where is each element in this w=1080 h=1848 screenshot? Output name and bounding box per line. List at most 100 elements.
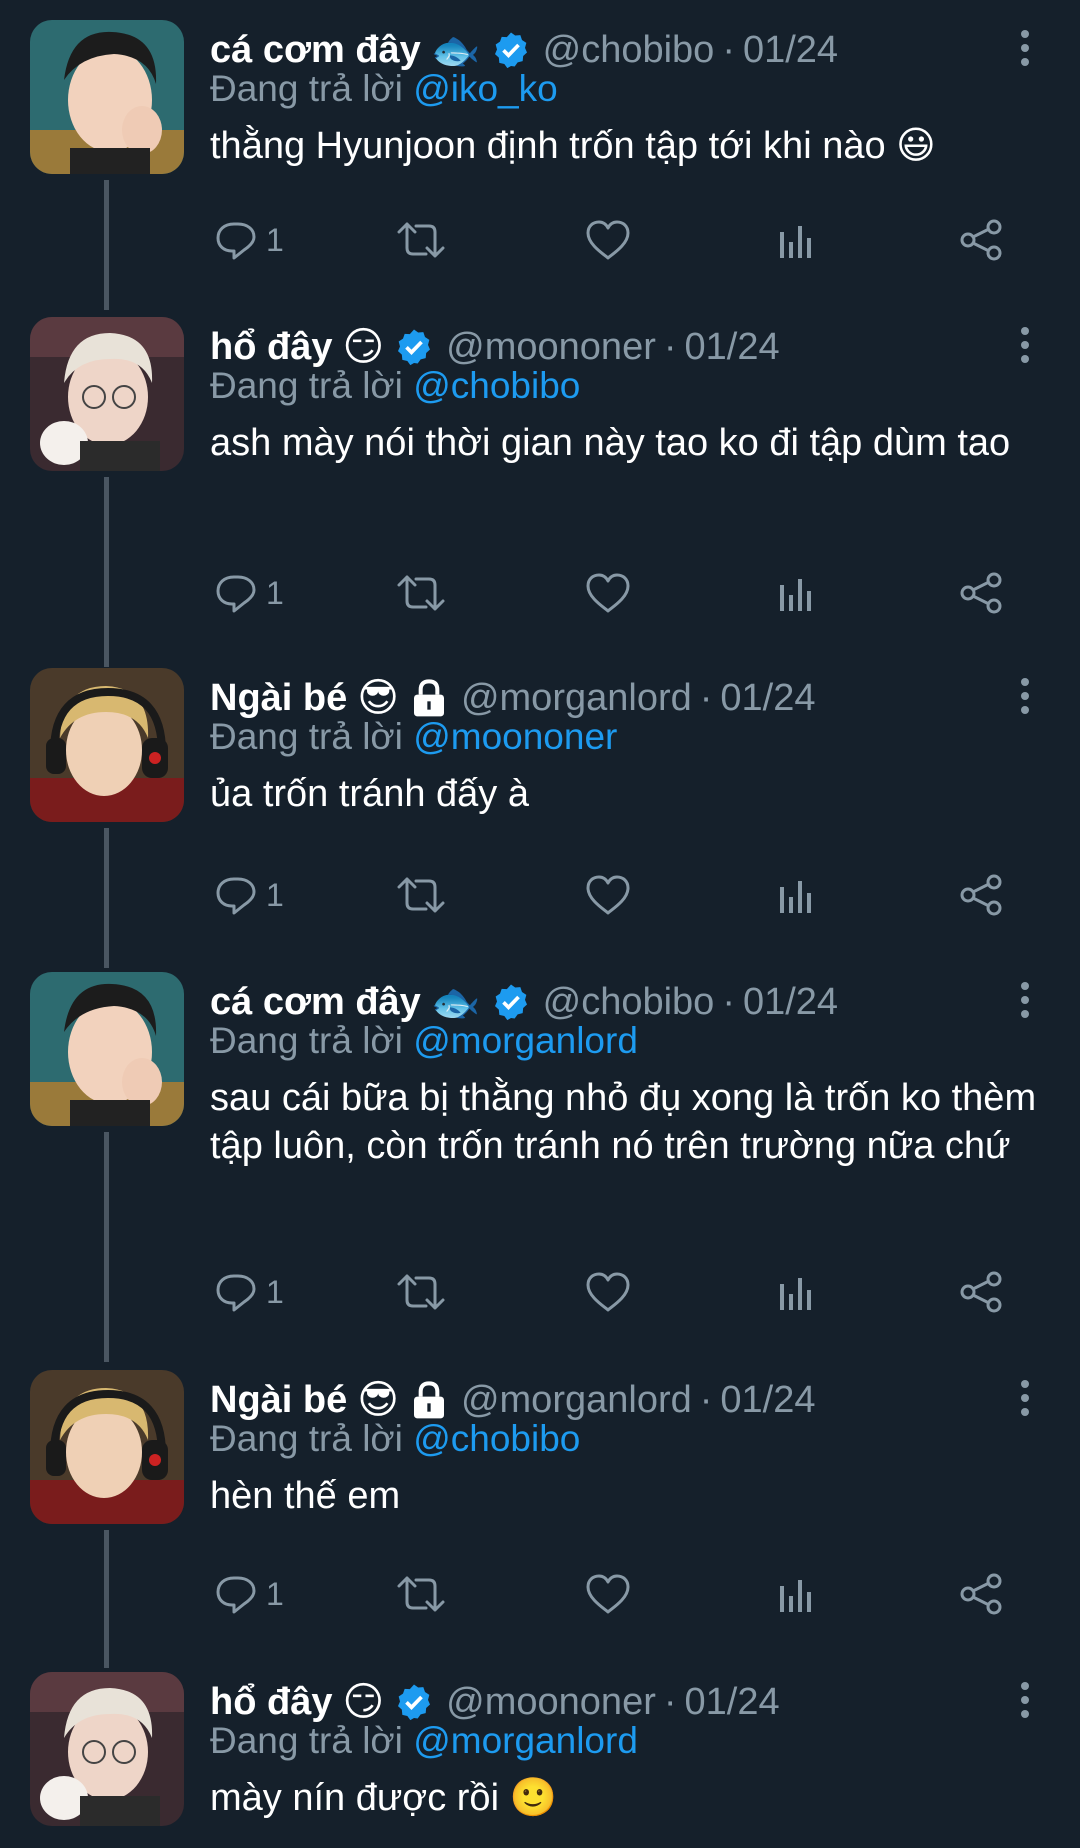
more-vertical-icon[interactable] (1020, 1378, 1030, 1423)
reply-mention-link[interactable]: @moononer (413, 716, 617, 757)
more-vertical-icon[interactable] (1020, 980, 1030, 1025)
retweet-button[interactable] (396, 1270, 446, 1314)
reply-icon (214, 571, 258, 615)
reply-icon (214, 218, 258, 262)
views-button[interactable] (776, 1270, 816, 1314)
retweet-icon (396, 873, 446, 917)
reply-mention-link[interactable]: @morganlord (413, 1020, 638, 1061)
reply-count: 1 (266, 1575, 284, 1612)
retweet-button[interactable] (396, 571, 446, 615)
retweet-button[interactable] (396, 1572, 446, 1616)
tweet-date[interactable]: 01/24 (720, 677, 815, 720)
reply-icon (214, 1270, 258, 1314)
display-name[interactable]: Ngài bé (210, 1379, 347, 1422)
tweet-date[interactable]: 01/24 (743, 29, 838, 72)
verified-badge-icon (394, 327, 434, 367)
reply-mention-link[interactable]: @iko_ko (413, 68, 558, 109)
user-handle[interactable]: @morganlord (461, 1379, 692, 1422)
replying-to: Đang trả lời @moononer (210, 716, 617, 758)
thread-line (104, 1132, 109, 1362)
separator-dot: · (722, 28, 735, 71)
views-button[interactable] (776, 1572, 816, 1616)
reply-button[interactable]: 1 (214, 218, 284, 262)
tweet-text: mày nín được rồi 🙂 (210, 1777, 557, 1819)
display-name[interactable]: Ngài bé (210, 677, 347, 720)
thread-line (104, 1530, 109, 1668)
share-icon (958, 218, 1006, 262)
reply-thread: cá cơm đây 🐟 @chobibo · 01/24 Đang trả l… (0, 0, 1080, 1848)
display-name[interactable]: hổ đây (210, 1681, 332, 1724)
like-button[interactable] (585, 873, 631, 917)
tweet-text: sau cái bữa bị thằng nhỏ đụ xong là trốn… (210, 1077, 1037, 1167)
user-handle[interactable]: @chobibo (543, 981, 715, 1024)
more-vertical-icon[interactable] (1020, 1680, 1030, 1725)
share-button[interactable] (958, 1270, 1006, 1314)
action-bar: 1 (210, 1270, 1030, 1320)
reply-mention-link[interactable]: @chobibo (413, 365, 580, 406)
heart-icon (585, 571, 631, 615)
share-button[interactable] (958, 1572, 1006, 1616)
share-icon (958, 873, 1006, 917)
user-handle[interactable]: @morganlord (461, 677, 692, 720)
user-handle[interactable]: @chobibo (543, 29, 715, 72)
views-icon (776, 873, 816, 917)
retweet-button[interactable] (396, 873, 446, 917)
tweet-date[interactable]: 01/24 (743, 981, 838, 1024)
share-icon (958, 1270, 1006, 1314)
replying-to-label: Đang trả lời (210, 365, 403, 406)
action-bar: 1 (210, 218, 1030, 268)
share-icon (958, 1572, 1006, 1616)
user-handle[interactable]: @moononer (446, 1681, 656, 1724)
like-button[interactable] (585, 1270, 631, 1314)
retweet-icon (396, 571, 446, 615)
avatar[interactable] (30, 972, 184, 1126)
reply-button[interactable]: 1 (214, 1270, 284, 1314)
views-button[interactable] (776, 873, 816, 917)
views-button[interactable] (776, 571, 816, 615)
retweet-icon (396, 1572, 446, 1616)
views-button[interactable] (776, 218, 816, 262)
separator-dot: · (663, 1680, 677, 1723)
name-emoji: 😎 (357, 1378, 399, 1422)
display-name[interactable]: hổ đây (210, 326, 332, 369)
avatar[interactable] (30, 20, 184, 174)
reply-mention-link[interactable]: @chobibo (413, 1418, 580, 1459)
like-button[interactable] (585, 571, 631, 615)
verified-badge-icon (491, 30, 531, 70)
avatar[interactable] (30, 668, 184, 822)
reply-button[interactable]: 1 (214, 571, 284, 615)
lock-icon (409, 678, 449, 718)
reply-mention-link[interactable]: @morganlord (413, 1720, 638, 1761)
replying-to-label: Đang trả lời (210, 68, 403, 109)
tweet-date[interactable]: 01/24 (685, 326, 780, 369)
retweet-button[interactable] (396, 218, 446, 262)
replying-to-label: Đang trả lời (210, 716, 403, 757)
avatar[interactable] (30, 1672, 184, 1826)
share-button[interactable] (958, 218, 1006, 262)
more-vertical-icon[interactable] (1020, 28, 1030, 73)
reply-button[interactable]: 1 (214, 1572, 284, 1616)
separator-dot: · (722, 980, 735, 1023)
reply-button[interactable]: 1 (214, 873, 284, 917)
tweet-date[interactable]: 01/24 (720, 1379, 815, 1422)
share-button[interactable] (958, 873, 1006, 917)
views-icon (776, 1270, 816, 1314)
thread-line (104, 477, 109, 667)
avatar[interactable] (30, 1370, 184, 1524)
replying-to-label: Đang trả lời (210, 1720, 403, 1761)
like-button[interactable] (585, 1572, 631, 1616)
thread-line (104, 180, 109, 310)
tweet-date[interactable]: 01/24 (685, 1681, 780, 1724)
display-name[interactable]: cá cơm đây (210, 981, 421, 1024)
share-button[interactable] (958, 571, 1006, 615)
like-button[interactable] (585, 218, 631, 262)
display-name[interactable]: cá cơm đây (210, 29, 421, 72)
avatar[interactable] (30, 317, 184, 471)
action-bar: 1 (210, 571, 1030, 621)
user-handle[interactable]: @moononer (446, 326, 656, 369)
more-vertical-icon[interactable] (1020, 676, 1030, 721)
reply-icon (214, 873, 258, 917)
reply-count: 1 (266, 574, 284, 611)
more-vertical-icon[interactable] (1020, 325, 1030, 370)
heart-icon (585, 218, 631, 262)
